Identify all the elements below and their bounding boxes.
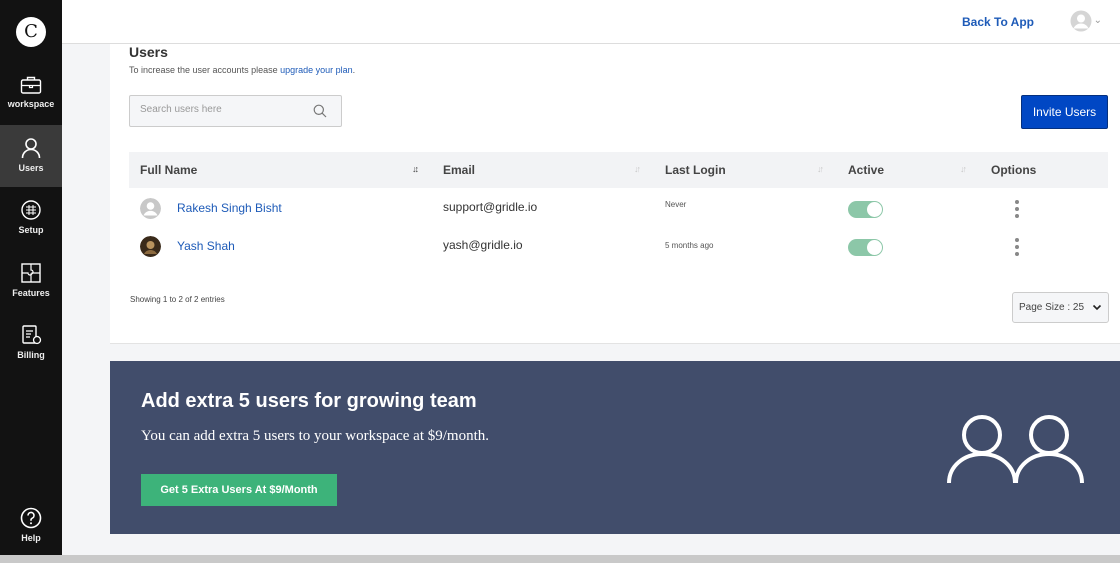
sidebar-item-label: Features [12, 288, 50, 298]
sort-icon[interactable]: ↓↑ [960, 164, 967, 174]
sidebar: C workspace Users Setup Features Billing… [0, 0, 62, 563]
sidebar-item-label: Setup [18, 225, 44, 235]
sidebar-item-billing[interactable]: Billing [0, 312, 62, 374]
invite-users-button[interactable]: Invite Users [1021, 95, 1108, 129]
help-label: Help [21, 533, 41, 543]
get-extra-users-button[interactable]: Get 5 Extra Users At $9/Month [141, 474, 337, 506]
help-icon [20, 507, 42, 529]
sidebar-item-users[interactable]: Users [0, 125, 62, 187]
column-header-full-name[interactable]: Full Name [140, 163, 197, 177]
upgrade-plan-link[interactable]: upgrade your plan [280, 65, 353, 75]
bottom-strip [0, 555, 1120, 563]
sort-icon[interactable]: ↓↑ [817, 164, 824, 174]
options-menu-icon[interactable] [1015, 238, 1021, 259]
user-last-login: 5 months ago [665, 241, 714, 250]
toggle-knob [867, 202, 882, 217]
chevron-down-icon[interactable]: ⌄ [1094, 15, 1102, 26]
active-toggle[interactable] [848, 201, 883, 218]
users-subtitle: To increase the user accounts please upg… [129, 65, 355, 75]
user-icon [21, 138, 41, 159]
page-size-value: Page Size : 25 [1019, 302, 1085, 313]
user-email: yash@gridle.io [443, 238, 523, 252]
page-title: Users [129, 44, 168, 60]
table-row: Yash Shah yash@gridle.io 5 months ago [129, 226, 1108, 264]
billing-icon [22, 325, 42, 345]
default-avatar-icon [140, 198, 161, 219]
user-name-link[interactable]: Yash Shah [177, 239, 235, 253]
sidebar-item-help[interactable]: Help [0, 495, 62, 557]
top-header: Back To App ⌄ [62, 0, 1120, 44]
column-header-options: Options [991, 163, 1037, 177]
sidebar-item-label: Billing [17, 350, 45, 360]
users-group-icon [947, 415, 1084, 484]
sidebar-item-label: Users [18, 163, 44, 173]
settings-sheet-icon [21, 200, 41, 220]
sidebar-item-setup[interactable]: Setup [0, 187, 62, 249]
subtitle-end: . [352, 65, 356, 75]
briefcase-icon [20, 76, 42, 94]
table-row: Rakesh Singh Bisht support@gridle.io Nev… [129, 188, 1108, 226]
sidebar-item-features[interactable]: Features [0, 250, 62, 312]
subtitle-text: To increase the user accounts please [129, 65, 281, 75]
options-menu-icon[interactable] [1015, 200, 1021, 221]
user-photo-avatar [140, 236, 161, 257]
sidebar-item-workspace[interactable]: workspace [0, 63, 62, 125]
user-email: support@gridle.io [443, 200, 538, 214]
entries-count: Showing 1 to 2 of 2 entries [130, 295, 225, 304]
search-box[interactable] [129, 95, 342, 127]
promo-text: You can add extra 5 users to your worksp… [141, 428, 489, 444]
search-icon[interactable] [313, 104, 327, 118]
page-size-select[interactable]: Page Size : 25 [1012, 292, 1109, 323]
user-last-login: Never [665, 200, 687, 209]
sidebar-item-label: workspace [7, 99, 55, 109]
upgrade-promo-banner: Add extra 5 users for growing team You c… [110, 361, 1120, 534]
back-to-app-link[interactable]: Back To App [962, 15, 1034, 29]
column-header-active[interactable]: Active [848, 163, 884, 177]
chevron-down-icon [1092, 304, 1102, 311]
promo-title: Add extra 5 users for growing team [141, 390, 477, 412]
active-toggle[interactable] [848, 239, 883, 256]
sort-icon[interactable]: ↓↑ [634, 164, 641, 174]
search-input[interactable] [140, 104, 300, 115]
users-panel: Users To increase the user accounts plea… [110, 44, 1120, 344]
column-header-email[interactable]: Email [443, 163, 475, 177]
user-name-link[interactable]: Rakesh Singh Bisht [177, 201, 282, 215]
profile-avatar-icon[interactable] [1070, 10, 1092, 32]
toggle-knob [867, 240, 882, 255]
puzzle-icon [21, 263, 41, 283]
sort-icon[interactable]: ↓↕ [412, 164, 419, 174]
column-header-last-login[interactable]: Last Login [665, 163, 726, 177]
table-header: Full Name ↓↕ Email ↓↑ Last Login ↓↑ Acti… [129, 152, 1108, 188]
app-logo[interactable]: C [16, 17, 46, 47]
